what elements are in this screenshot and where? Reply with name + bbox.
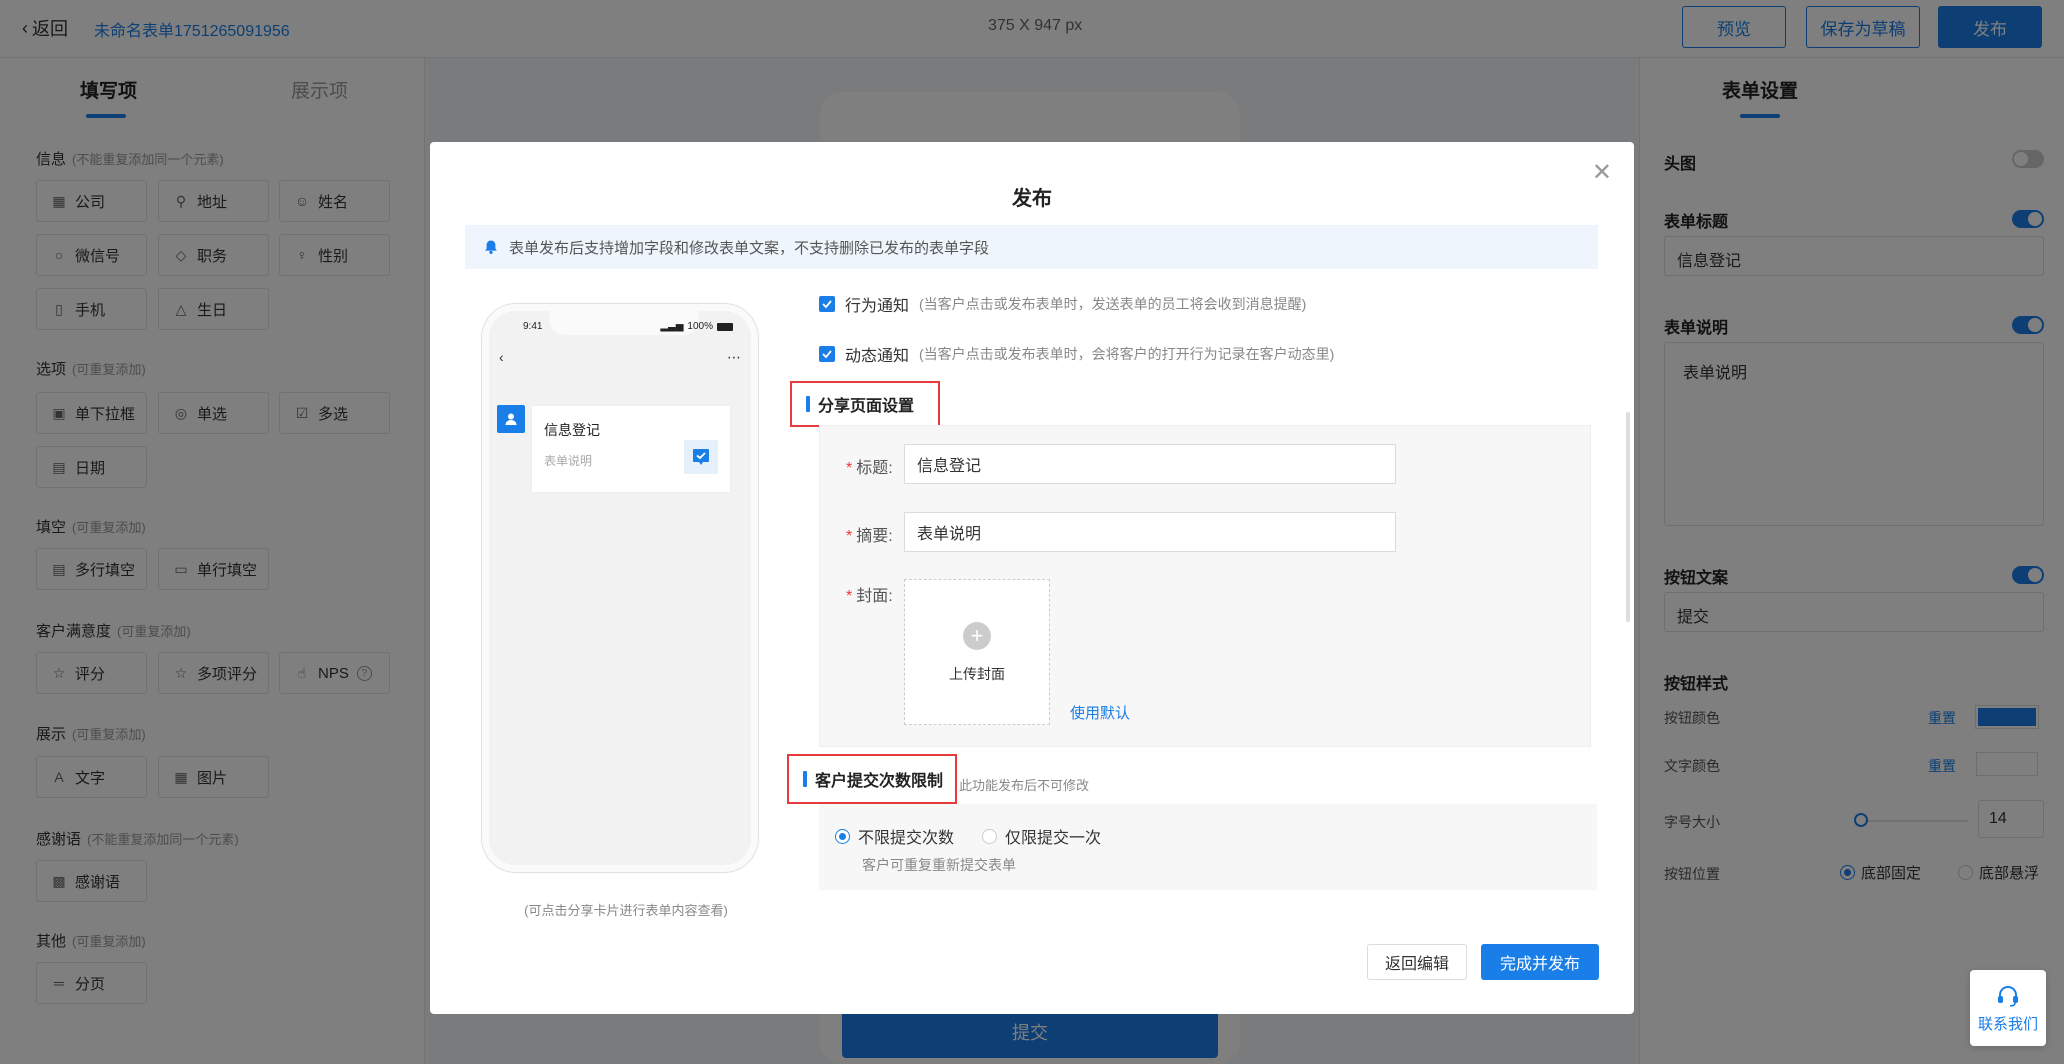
back-to-edit-button[interactable]: 返回编辑 bbox=[1367, 944, 1467, 980]
share-card-title: 信息登记 bbox=[544, 422, 600, 438]
dialog-scrollbar[interactable] bbox=[1626, 412, 1630, 622]
once-option[interactable]: 仅限提交一次 bbox=[982, 824, 1101, 848]
checkbox-checked-icon[interactable] bbox=[819, 296, 835, 312]
share-card[interactable]: 信息登记 表单说明 bbox=[531, 405, 731, 493]
use-default-link[interactable]: 使用默认 bbox=[1070, 702, 1130, 723]
title-label: * 标题: bbox=[846, 460, 893, 477]
limit-section-header: 客户提交次数限制 bbox=[787, 754, 957, 804]
behavior-notice-option[interactable]: 行为通知 (当客户点击或发布表单时，发送表单的员工将会收到消息提醒) bbox=[819, 292, 1306, 316]
bell-icon bbox=[485, 240, 497, 254]
share-title-input[interactable]: 信息登记 bbox=[904, 444, 1396, 484]
plus-icon: + bbox=[963, 622, 991, 650]
battery-icon bbox=[717, 322, 733, 331]
radio-icon bbox=[982, 828, 997, 844]
share-card-preview: 9:41 ▂▃▅ 100% ‹ ⋯ 信息登记 表单说明 bbox=[482, 304, 758, 872]
finish-publish-button[interactable]: 完成并发布 bbox=[1481, 944, 1599, 980]
headset-icon bbox=[1998, 985, 2018, 1007]
resubmit-hint: 客户可重复重新提交表单 bbox=[862, 857, 1016, 873]
publish-dialog: ✕ 发布 表单发布后支持增加字段和修改表单文案，不支持删除已发布的表单字段 9:… bbox=[430, 142, 1634, 1014]
cover-label: * 封面: bbox=[846, 588, 893, 605]
upload-cover-button[interactable]: + 上传封面 bbox=[904, 579, 1050, 725]
chevron-left-icon: ‹ bbox=[499, 349, 504, 365]
dynamic-notice-option[interactable]: 动态通知 (当客户点击或发布表单时，会将客户的打开行为记录在客户动态里) bbox=[819, 342, 1334, 366]
form-thumbnail-icon bbox=[684, 440, 718, 474]
phone-status: ▂▃▅ 100% bbox=[660, 321, 733, 332]
more-icon: ⋯ bbox=[727, 349, 741, 365]
publish-notice: 表单发布后支持增加字段和修改表单文案，不支持删除已发布的表单字段 bbox=[465, 225, 1598, 269]
phone-time: 9:41 bbox=[523, 321, 543, 332]
checkbox-checked-icon[interactable] bbox=[819, 346, 835, 362]
limit-section-hint: 此功能发布后不可修改 bbox=[959, 778, 1090, 793]
signal-icon: ▂▃▅ bbox=[660, 321, 684, 332]
share-section-header: 分享页面设置 bbox=[790, 381, 940, 427]
preview-caption: (可点击分享卡片进行表单内容查看) bbox=[524, 903, 728, 918]
share-card-desc: 表单说明 bbox=[544, 454, 593, 468]
upload-cover-label: 上传封面 bbox=[949, 666, 1005, 682]
unlimited-option[interactable]: 不限提交次数 bbox=[835, 824, 954, 848]
contact-us-button[interactable]: 联系我们 bbox=[1970, 970, 2046, 1046]
phone-nav: ‹ ⋯ bbox=[499, 349, 741, 366]
contact-label: 联系我们 bbox=[1977, 1015, 2038, 1033]
dialog-title: 发布 bbox=[1012, 188, 1052, 210]
share-summary-input[interactable]: 表单说明 bbox=[904, 512, 1396, 552]
avatar bbox=[497, 405, 525, 433]
summary-label: * 摘要: bbox=[846, 528, 893, 545]
radio-icon bbox=[835, 828, 850, 844]
